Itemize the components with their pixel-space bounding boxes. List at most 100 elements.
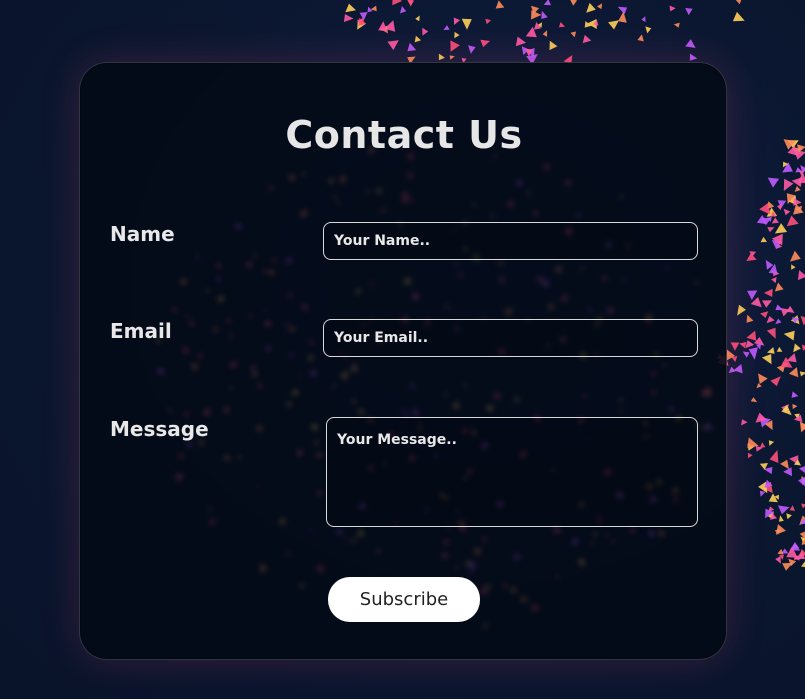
- confetti-piece: [506, 201, 514, 209]
- confetti-piece: [260, 564, 268, 573]
- confetti-piece: [801, 537, 805, 545]
- confetti-piece: [663, 362, 667, 367]
- name-input[interactable]: [323, 222, 698, 260]
- confetti-piece: [515, 180, 523, 188]
- confetti-piece: [689, 53, 698, 61]
- confetti-piece: [773, 269, 780, 277]
- confetti-piece: [375, 547, 381, 553]
- confetti-piece: [354, 288, 362, 294]
- confetti-piece: [746, 253, 757, 261]
- confetti-piece: [414, 35, 422, 43]
- confetti-piece: [618, 398, 623, 403]
- confetti-piece: [570, 0, 578, 6]
- confetti-piece: [596, 3, 603, 10]
- confetti-piece: [779, 554, 784, 560]
- confetti-piece: [204, 411, 210, 416]
- confetti-piece: [760, 442, 766, 448]
- confetti-piece: [531, 604, 540, 612]
- confetti-piece: [778, 515, 784, 522]
- subscribe-button[interactable]: Subscribe: [328, 577, 480, 622]
- confetti-piece: [409, 383, 416, 389]
- confetti-piece: [469, 562, 478, 571]
- confetti-piece: [735, 0, 742, 5]
- confetti-piece: [520, 596, 527, 604]
- confetti-piece: [558, 22, 565, 28]
- confetti-piece: [203, 408, 210, 416]
- confetti-piece: [648, 530, 654, 536]
- confetti-piece: [793, 555, 800, 561]
- confetti-piece: [622, 277, 627, 282]
- confetti-piece: [278, 517, 287, 524]
- message-textarea[interactable]: [326, 417, 698, 527]
- confetti-piece: [407, 0, 414, 7]
- confetti-piece: [776, 364, 786, 373]
- confetti-piece: [799, 515, 805, 526]
- confetti-piece: [407, 42, 417, 52]
- confetti-piece: [576, 212, 582, 217]
- email-input[interactable]: [323, 319, 698, 357]
- confetti-piece: [268, 185, 274, 191]
- confetti-piece: [685, 8, 693, 16]
- confetti-piece: [781, 404, 792, 416]
- confetti-piece: [533, 22, 542, 30]
- confetti-piece: [590, 541, 596, 546]
- confetti-piece: [461, 18, 472, 30]
- confetti-piece: [771, 210, 777, 217]
- confetti-piece: [702, 425, 707, 429]
- confetti-piece: [352, 363, 358, 368]
- confetti-piece: [767, 177, 780, 188]
- confetti-piece: [766, 327, 776, 339]
- contact-form-card: Contact Us Name Email Message Subscribe: [79, 62, 727, 660]
- confetti-piece: [605, 532, 610, 537]
- confetti-piece: [378, 21, 388, 32]
- confetti-piece: [229, 362, 239, 369]
- confetti-piece: [387, 40, 399, 51]
- confetti-piece: [515, 36, 527, 47]
- confetti-piece: [156, 368, 165, 376]
- confetti-piece: [673, 22, 680, 28]
- confetti-piece: [480, 39, 491, 48]
- confetti-piece: [266, 345, 273, 353]
- confetti-piece: [637, 34, 644, 42]
- confetti-piece: [800, 165, 805, 173]
- confetti-piece: [700, 389, 709, 398]
- confetti-piece: [781, 548, 789, 554]
- confetti-piece: [349, 365, 357, 373]
- confetti-piece: [403, 412, 409, 417]
- confetti-piece: [794, 413, 800, 420]
- confetti-piece: [262, 268, 267, 274]
- confetti-piece: [771, 239, 782, 250]
- confetti-piece: [793, 459, 801, 466]
- confetti-piece: [317, 451, 324, 459]
- confetti-piece: [485, 585, 491, 590]
- confetti-piece: [525, 190, 531, 195]
- confetti-piece: [782, 362, 789, 368]
- confetti-piece: [287, 175, 296, 183]
- confetti-piece: [316, 563, 324, 572]
- page-background: Contact Us Name Email Message Subscribe: [0, 0, 805, 699]
- confetti-piece: [776, 346, 783, 352]
- confetti-piece: [758, 373, 768, 384]
- confetti-piece: [766, 201, 775, 210]
- confetti-piece: [790, 315, 800, 325]
- confetti-piece: [407, 172, 414, 180]
- confetti-piece: [787, 195, 797, 206]
- confetti-piece: [521, 46, 529, 55]
- confetti-piece: [793, 343, 801, 353]
- confetti-piece: [546, 302, 554, 310]
- confetti-piece: [468, 45, 476, 54]
- confetti-piece: [745, 340, 755, 349]
- confetti-piece: [763, 288, 773, 297]
- confetti-piece: [185, 314, 189, 319]
- confetti-piece: [255, 424, 264, 431]
- confetti-piece: [645, 26, 652, 34]
- confetti-piece: [769, 513, 778, 520]
- confetti-piece: [392, 0, 403, 6]
- confetti-piece: [288, 353, 294, 358]
- confetti-piece: [223, 454, 230, 461]
- message-label: Message: [110, 417, 209, 441]
- confetti-piece: [618, 195, 624, 199]
- confetti-piece: [795, 167, 802, 173]
- confetti-piece: [471, 202, 476, 207]
- confetti-piece: [402, 277, 411, 285]
